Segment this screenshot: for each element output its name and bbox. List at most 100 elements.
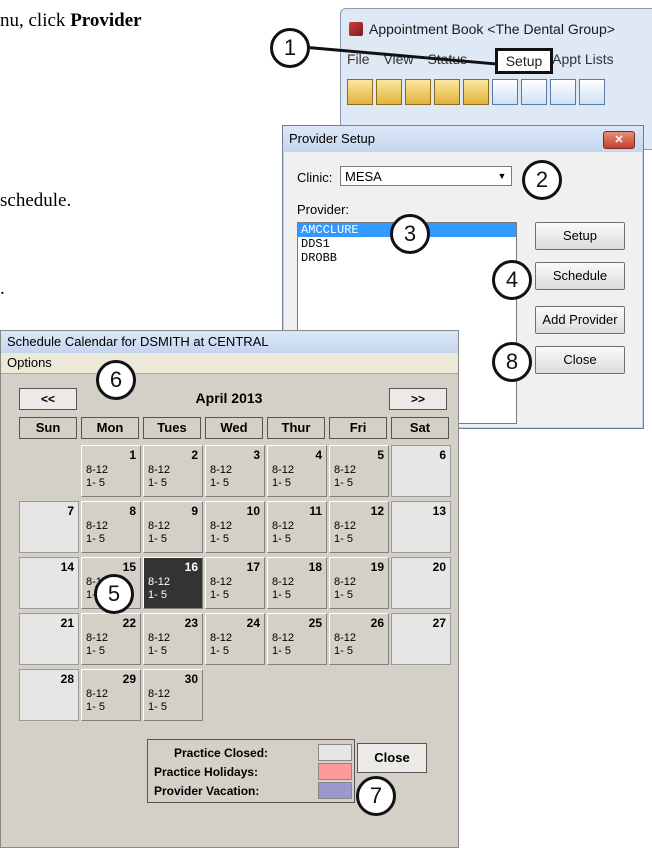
hours-morning: 8-12	[272, 632, 295, 644]
hours-morning: 8-12	[272, 576, 295, 588]
step-badge-3: 3	[390, 214, 430, 254]
calendar-day-cell[interactable]: 18 8-12 1- 5	[267, 557, 327, 609]
calendar-day-hours: 8-121- 5	[210, 520, 232, 546]
hours-morning: 8-12	[86, 688, 109, 700]
clinic-value: MESA	[345, 169, 382, 184]
calendar-day-cell[interactable]: 29 8-12 1- 5	[81, 669, 141, 721]
toolbar-chair-icon[interactable]	[434, 79, 460, 105]
calendar-day-cell[interactable]: 28	[19, 669, 79, 721]
calendar-day-hours: 8-121- 5	[148, 464, 170, 490]
hours-afternoon: 1- 5	[334, 477, 353, 489]
hours-morning: 8-12	[86, 632, 109, 644]
toolbar-tooth-icon[interactable]	[347, 79, 373, 105]
calendar-day-cell[interactable]: 22 8-12 1- 5	[81, 613, 141, 665]
toolbar-pencil-icon[interactable]	[463, 79, 489, 105]
legend-vacation-label: Provider Vacation:	[154, 784, 260, 798]
hours-morning: 8-12	[334, 632, 357, 644]
calendar-day-cell[interactable]: 24 8-12 1- 5	[205, 613, 265, 665]
calendar-day-number: 18	[308, 560, 322, 574]
menu-options[interactable]: Options	[7, 355, 52, 370]
month-label: April 2013	[195, 390, 263, 406]
calendar-day-cell[interactable]: 8 8-12 1- 5	[81, 501, 141, 553]
menu-appt-lists[interactable]: Appt Lists	[552, 51, 613, 67]
toolbar-notes-icon[interactable]	[405, 79, 431, 105]
calendar-day-cell[interactable]: 30 8-12 1- 5	[143, 669, 203, 721]
calendar-day-hours: 8-121- 5	[86, 520, 108, 546]
legend-closed-swatch	[318, 744, 352, 761]
setup-button[interactable]: Setup	[535, 222, 625, 250]
calendar-day-number: 28	[60, 672, 74, 686]
doc-line-3: .	[0, 278, 5, 299]
calendar-day-cell[interactable]: 21	[19, 613, 79, 665]
toolbar-patient-icon[interactable]	[376, 79, 402, 105]
calendar-day-hours: 8-121- 5	[210, 576, 232, 602]
hours-morning: 8-12	[334, 520, 357, 532]
calendar-day-cell[interactable]: 20	[391, 557, 451, 609]
menu-setup[interactable]: Setup	[495, 48, 553, 74]
calendar-day-cell[interactable]: 25 8-12 1- 5	[267, 613, 327, 665]
calendar-close-button[interactable]: Close	[357, 743, 427, 773]
prev-month-button[interactable]: <<	[19, 388, 77, 410]
calendar-day-number: 22	[122, 616, 136, 630]
hours-afternoon: 1- 5	[272, 589, 291, 601]
calendar-day-hours: 8-121- 5	[148, 576, 170, 602]
hours-afternoon: 1- 5	[86, 477, 105, 489]
doc-line-2: schedule.	[0, 190, 72, 211]
calendar-day-cell[interactable]: 11 8-12 1- 5	[267, 501, 327, 553]
calendar-day-cell[interactable]: 13	[391, 501, 451, 553]
doc-line-1-bold: Provider	[70, 10, 142, 31]
legend-holidays-label: Practice Holidays:	[154, 765, 259, 779]
calendar-day-hours: 8-121- 5	[86, 464, 108, 490]
close-icon[interactable]: ✕	[603, 131, 635, 149]
day-header: Thur	[267, 417, 325, 439]
toolbar-search-icon[interactable]	[579, 79, 605, 105]
schedule-calendar-menubar: Options	[1, 353, 458, 374]
calendar-day-number: 24	[246, 616, 260, 630]
calendar-day-cell[interactable]: 12 8-12 1- 5	[329, 501, 389, 553]
toolbar-form-icon[interactable]	[521, 79, 547, 105]
hours-afternoon: 1- 5	[334, 589, 353, 601]
provider-label: Provider:	[297, 202, 350, 217]
toolbar-window-icon[interactable]	[550, 79, 576, 105]
calendar-day-cell[interactable]: 23 8-12 1- 5	[143, 613, 203, 665]
hours-afternoon: 1- 5	[148, 589, 167, 601]
calendar-day-number: 29	[122, 672, 136, 686]
calendar-day-cell[interactable]: 4 8-12 1- 5	[267, 445, 327, 497]
doc-line-1: nu, click Provider	[0, 10, 142, 32]
doc-line-1-text: nu, click	[0, 10, 71, 31]
calendar-day-cell[interactable]: 27	[391, 613, 451, 665]
calendar-day-cell[interactable]: 3 8-12 1- 5	[205, 445, 265, 497]
calendar-day-cell[interactable]: 9 8-12 1- 5	[143, 501, 203, 553]
day-header: Sun	[19, 417, 77, 439]
calendar-day-cell[interactable]: 5 8-12 1- 5	[329, 445, 389, 497]
calendar-day-number: 14	[60, 560, 74, 574]
hours-afternoon: 1- 5	[210, 645, 229, 657]
calendar-day-hours: 8-121- 5	[272, 632, 294, 658]
hours-morning: 8-12	[272, 464, 295, 476]
add-provider-button[interactable]: Add Provider	[535, 306, 625, 334]
hours-morning: 8-12	[148, 688, 171, 700]
calendar-day-cell[interactable]: 10 8-12 1- 5	[205, 501, 265, 553]
hours-afternoon: 1- 5	[86, 645, 105, 657]
calendar-day-number: 26	[370, 616, 384, 630]
calendar-day-cell[interactable]: 26 8-12 1- 5	[329, 613, 389, 665]
calendar-day-hours: 8-121- 5	[86, 632, 108, 658]
hours-afternoon: 1- 5	[210, 477, 229, 489]
chevron-down-icon[interactable]: ▼	[495, 169, 509, 183]
calendar-day-cell[interactable]: 14	[19, 557, 79, 609]
clinic-select[interactable]: MESA ▼	[340, 166, 512, 186]
calendar-day-cell[interactable]: 19 8-12 1- 5	[329, 557, 389, 609]
calendar-day-cell[interactable]: 7	[19, 501, 79, 553]
calendar-day-cell[interactable]: 17 8-12 1- 5	[205, 557, 265, 609]
calendar-day-cell[interactable]: 2 8-12 1- 5	[143, 445, 203, 497]
toolbar-card-icon[interactable]	[492, 79, 518, 105]
next-month-button[interactable]: >>	[389, 388, 447, 410]
calendar-day-cell[interactable]: 1 8-12 1- 5	[81, 445, 141, 497]
hours-morning: 8-12	[148, 576, 171, 588]
provider-close-button[interactable]: Close	[535, 346, 625, 374]
day-header: Fri	[329, 417, 387, 439]
calendar-day-cell[interactable]: 16 8-12 1- 5	[143, 557, 203, 609]
day-header: Sat	[391, 417, 449, 439]
calendar-day-cell[interactable]: 6	[391, 445, 451, 497]
schedule-button[interactable]: Schedule	[535, 262, 625, 290]
